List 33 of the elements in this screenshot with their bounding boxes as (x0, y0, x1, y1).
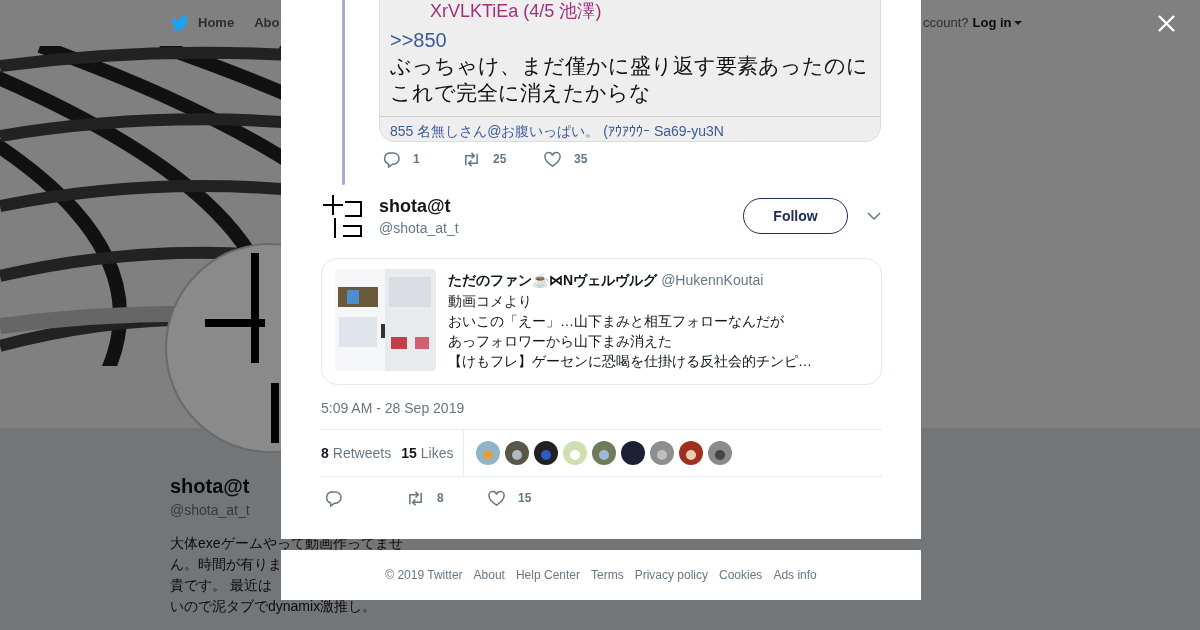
avatar[interactable] (505, 441, 530, 465)
action-count: 8 (437, 490, 444, 507)
action-count: 15 (518, 490, 532, 507)
bio-line: いので泥タブでdynamix激推し。 (170, 597, 377, 616)
stat-link[interactable]: 8 Retweets (321, 442, 392, 464)
footer-link[interactable]: Help Center (515, 566, 580, 584)
caret-icon (1013, 21, 1022, 25)
stat-link[interactable]: 15 Likes (401, 442, 454, 464)
account-prompt: ccount? (923, 14, 969, 33)
nav-link[interactable]: Home (170, 13, 235, 33)
retweet-icon[interactable] (406, 489, 425, 507)
copyright-link[interactable]: © 2019 Twitter (385, 566, 463, 584)
bio-line: 貴です。 最近は (170, 576, 272, 595)
poster-id: XrVLKTiEa (4/5 池澤) (429, 0, 603, 22)
avatar[interactable] (621, 441, 646, 465)
close-icon[interactable] (1157, 14, 1176, 33)
avatar[interactable] (708, 441, 733, 465)
footer-link[interactable]: Privacy policy (634, 566, 708, 584)
footer-link[interactable]: Terms (591, 566, 624, 584)
profile-name: shota@t (170, 474, 250, 498)
nav-link[interactable]: Abo (254, 13, 280, 33)
bio-line: ん。時間が有りま (170, 555, 282, 574)
footer-link[interactable]: About (473, 566, 505, 584)
heart-icon[interactable] (487, 489, 506, 507)
login-button[interactable]: Log in (972, 13, 1022, 33)
avatar[interactable] (679, 441, 704, 465)
avatar[interactable] (534, 441, 559, 465)
footer-link[interactable]: Cookies (719, 566, 763, 584)
reply-anchor: >>850 (390, 28, 448, 52)
tweet-timestamp: 5:09 AM - 28 Sep 2019 (321, 399, 466, 418)
reply-icon[interactable] (324, 489, 343, 507)
footer-link[interactable]: Ads info (773, 566, 817, 584)
profile-handle: @shota_at_t (170, 501, 250, 520)
